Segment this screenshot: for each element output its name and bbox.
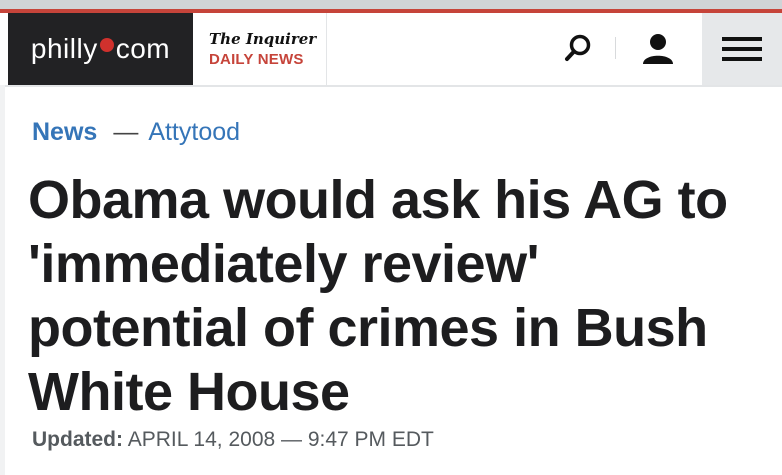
breadcrumb-separator: —: [113, 118, 139, 146]
hamburger-menu-icon: [722, 37, 762, 61]
updated-label: Updated:: [32, 428, 123, 451]
breadcrumb: News — Attytood: [32, 118, 240, 147]
breadcrumb-column-link[interactable]: Attytood: [148, 118, 240, 147]
search-icon: [565, 34, 591, 61]
site-header: philly com The Inquirer DAILY NEWS: [0, 13, 782, 87]
article-headline: Obama would ask his AG to 'immediately r…: [28, 170, 728, 422]
logo-text-philly: philly: [30, 33, 98, 64]
top-border: [0, 0, 782, 13]
logo-dot-icon: [99, 38, 114, 52]
account-button[interactable]: [628, 13, 688, 85]
inquirer-daily-news-logo[interactable]: The Inquirer DAILY NEWS: [193, 13, 327, 85]
logo-text-com: com: [115, 33, 171, 64]
search-button[interactable]: [548, 13, 608, 85]
header-divider: [615, 37, 616, 59]
inquirer-wordmark: The Inquirer: [209, 30, 317, 48]
daily-news-wordmark: DAILY NEWS: [209, 51, 304, 68]
updated-date: APRIL 14, 2008 — 9:47 PM EDT: [127, 428, 434, 451]
user-icon: [643, 34, 673, 64]
breadcrumb-section-link[interactable]: News: [32, 118, 97, 147]
left-page-edge: [0, 85, 5, 475]
article-timestamp: Updated: APRIL 14, 2008 — 9:47 PM EDT: [32, 428, 434, 452]
menu-button[interactable]: [702, 13, 782, 85]
philly-com-logo[interactable]: philly com: [8, 13, 193, 85]
